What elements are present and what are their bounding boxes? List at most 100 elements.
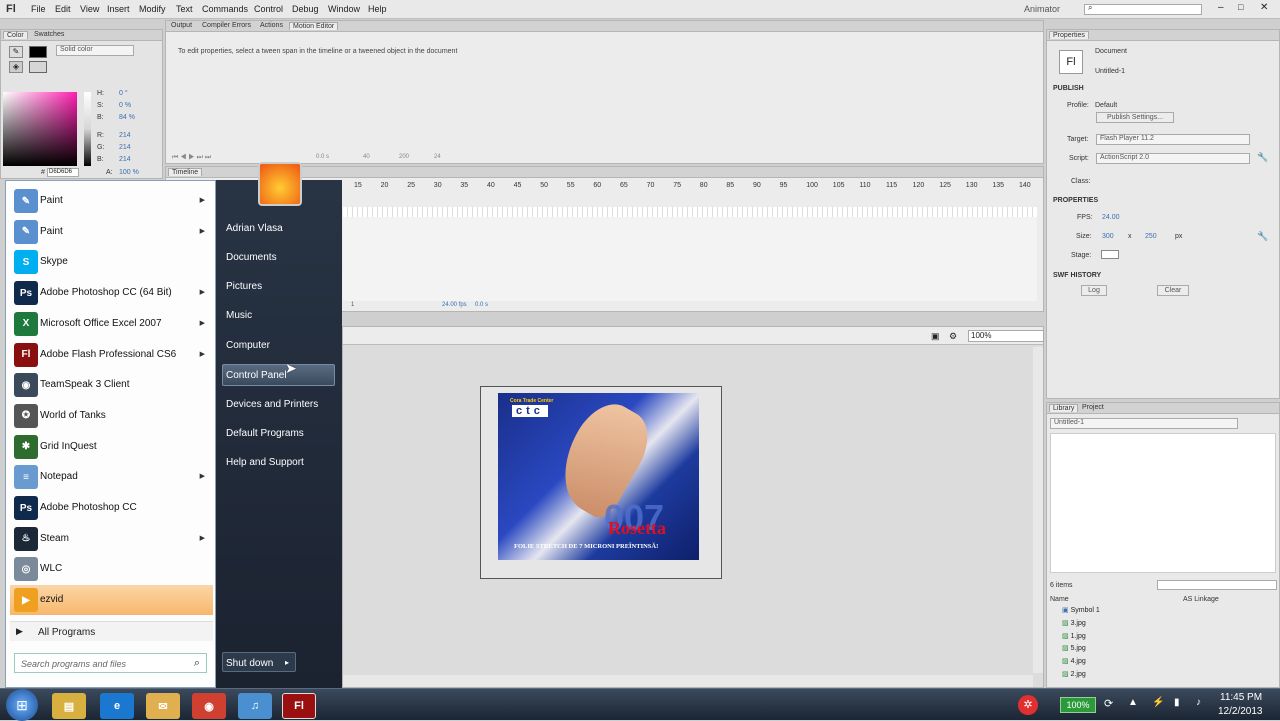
start-program-item[interactable]: ✎ Paint ▶ bbox=[10, 217, 213, 247]
color-type-dropdown[interactable]: Solid color bbox=[56, 45, 134, 56]
menu-insert[interactable]: Insert bbox=[107, 4, 130, 14]
start-place-item[interactable]: Music bbox=[226, 310, 252, 321]
motion-v3[interactable]: 24 bbox=[434, 154, 441, 160]
wrench-icon[interactable]: 🔧 bbox=[1257, 152, 1268, 163]
itunes-icon[interactable]: ♫ bbox=[238, 693, 272, 719]
start-program-item[interactable]: S Skype bbox=[10, 247, 213, 277]
start-place-item[interactable]: Control Panel bbox=[226, 370, 287, 381]
start-search-box[interactable]: Search programs and files ⌕ bbox=[14, 653, 207, 673]
zoom-dropdown[interactable]: 100% bbox=[968, 330, 1044, 342]
flash-taskbar-icon[interactable]: Fl bbox=[282, 693, 316, 719]
menu-control[interactable]: Control bbox=[254, 4, 283, 14]
library-item[interactable]: ▨ 4.jpg bbox=[1062, 657, 1086, 665]
user-avatar[interactable] bbox=[258, 162, 302, 206]
tab-output[interactable]: Output bbox=[168, 22, 195, 29]
sync-icon[interactable]: ⟳ bbox=[1104, 697, 1113, 710]
close-icon[interactable]: ✕ bbox=[1260, 2, 1268, 13]
start-program-item[interactable]: X Microsoft Office Excel 2007 ▶ bbox=[10, 309, 213, 339]
clock-date[interactable]: 12/2/2013 bbox=[1218, 706, 1263, 717]
explorer-icon[interactable]: ▤ bbox=[52, 693, 86, 719]
hex-input[interactable]: D6D6D6 bbox=[47, 168, 79, 177]
library-col-linkage[interactable]: AS Linkage bbox=[1183, 596, 1219, 603]
fill-swatch[interactable] bbox=[29, 61, 47, 73]
start-program-item[interactable]: Ps Adobe Photoshop CC (64 Bit) ▶ bbox=[10, 278, 213, 308]
submenu-arrow-icon[interactable]: ▶ bbox=[200, 350, 205, 358]
start-place-item[interactable]: Adrian Vlasa bbox=[226, 223, 283, 234]
stage-horizontal-scrollbar[interactable] bbox=[343, 675, 1033, 687]
library-item[interactable]: ▨ 2.jpg bbox=[1062, 670, 1086, 678]
tray-expand-icon[interactable]: ▲ bbox=[1128, 697, 1138, 708]
windows-start-icon[interactable]: ⊞ bbox=[6, 689, 38, 721]
clock-time[interactable]: 11:45 PM bbox=[1220, 692, 1262, 703]
menu-edit[interactable]: Edit bbox=[55, 4, 71, 14]
shutdown-button[interactable]: Shut down ▸ bbox=[222, 652, 296, 672]
chrome-icon[interactable]: ◉ bbox=[192, 693, 226, 719]
log-button[interactable]: Log bbox=[1081, 285, 1107, 296]
publish-section-header[interactable]: PUBLISH bbox=[1053, 85, 1084, 92]
target-dropdown[interactable]: Flash Player 11.2 bbox=[1096, 134, 1250, 145]
start-program-item[interactable]: ▶ ezvid bbox=[10, 585, 213, 616]
library-col-name[interactable]: Name bbox=[1050, 596, 1069, 603]
motion-v2[interactable]: 200 bbox=[399, 154, 409, 160]
size-height[interactable]: 250 bbox=[1145, 233, 1157, 240]
timeline-fps[interactable]: 24.00 fps bbox=[442, 302, 467, 308]
start-place-item[interactable]: Pictures bbox=[226, 281, 262, 292]
banner-image[interactable]: Cora Trade Center ctc 007 Rosetta FOLIE … bbox=[498, 393, 699, 560]
stroke-swatch[interactable] bbox=[29, 46, 47, 58]
color-gradient-picker[interactable] bbox=[3, 92, 77, 166]
library-item[interactable]: ▨ 3.jpg bbox=[1062, 619, 1086, 627]
s-value[interactable]: 0 % bbox=[119, 102, 131, 109]
motion-v1[interactable]: 40 bbox=[363, 154, 370, 160]
menu-window[interactable]: Window bbox=[328, 4, 360, 14]
menu-modify[interactable]: Modify bbox=[139, 4, 166, 14]
tab-actions[interactable]: Actions bbox=[257, 22, 286, 29]
h-value[interactable]: 0 ° bbox=[119, 90, 128, 97]
brightness-slider[interactable] bbox=[84, 92, 91, 166]
submenu-arrow-icon[interactable]: ▶ bbox=[200, 534, 205, 542]
submenu-arrow-icon[interactable]: ▶ bbox=[200, 196, 205, 204]
tab-project[interactable]: Project bbox=[1079, 404, 1107, 411]
submenu-arrow-icon[interactable]: ▶ bbox=[200, 288, 205, 296]
menu-help[interactable]: Help bbox=[368, 4, 387, 14]
publish-settings-button[interactable]: Publish Settings... bbox=[1096, 112, 1174, 123]
start-place-item[interactable]: Help and Support bbox=[226, 457, 304, 468]
stage-color-swatch[interactable] bbox=[1101, 250, 1119, 259]
start-program-item[interactable]: ✎ Paint ▶ bbox=[10, 186, 213, 216]
b-value[interactable]: 84 % bbox=[119, 114, 135, 121]
workspace-switcher[interactable]: Animator bbox=[1024, 4, 1060, 14]
start-program-item[interactable]: ✱ Grid InQuest bbox=[10, 432, 213, 462]
start-program-item[interactable]: ♨ Steam ▶ bbox=[10, 524, 213, 554]
start-program-item[interactable]: ✪ World of Tanks bbox=[10, 401, 213, 431]
menu-view[interactable]: View bbox=[80, 4, 99, 14]
tab-compiler-errors[interactable]: Compiler Errors bbox=[199, 22, 254, 29]
start-place-item[interactable]: Devices and Printers bbox=[226, 399, 318, 410]
maximize-icon[interactable]: □ bbox=[1238, 2, 1243, 12]
playback-controls-icon[interactable]: ⏮ ◀ ▶ ⏭ ⏭ bbox=[172, 154, 211, 162]
library-document-dropdown[interactable]: Untitled-1 bbox=[1050, 418, 1238, 429]
blue-value[interactable]: 214 bbox=[119, 156, 131, 163]
fps-value[interactable]: 24.00 bbox=[1102, 214, 1120, 221]
tray-app-icon[interactable]: ✲ bbox=[1018, 695, 1038, 715]
size-width[interactable]: 300 bbox=[1102, 233, 1114, 240]
tab-timeline[interactable]: Timeline bbox=[168, 168, 203, 176]
library-search-input[interactable] bbox=[1157, 580, 1277, 590]
start-program-item[interactable]: ≡ Notepad ▶ bbox=[10, 462, 213, 492]
menu-commands[interactable]: Commands bbox=[202, 4, 248, 14]
library-item[interactable]: ▨ 1.jpg bbox=[1062, 632, 1086, 640]
tab-motion-editor[interactable]: Motion Editor bbox=[289, 22, 339, 30]
menu-text[interactable]: Text bbox=[176, 4, 193, 14]
r-value[interactable]: 214 bbox=[119, 132, 131, 139]
search-icon[interactable]: ⌕ bbox=[194, 657, 200, 670]
tab-color[interactable]: Color bbox=[3, 31, 28, 39]
submenu-arrow-icon[interactable]: ▶ bbox=[200, 319, 205, 327]
swf-history-header[interactable]: SWF HISTORY bbox=[1053, 272, 1101, 279]
power-icon[interactable]: ⚡ bbox=[1152, 697, 1164, 708]
alpha-value[interactable]: 100 % bbox=[119, 169, 139, 176]
tab-swatches[interactable]: Swatches bbox=[31, 31, 67, 38]
g-value[interactable]: 214 bbox=[119, 144, 131, 151]
timeline-layers-area[interactable] bbox=[343, 217, 1037, 301]
start-place-item[interactable]: Default Programs bbox=[226, 428, 304, 439]
start-program-item[interactable]: Ps Adobe Photoshop CC bbox=[10, 493, 213, 523]
mail-icon[interactable]: ✉ bbox=[146, 693, 180, 719]
fill-color-icon[interactable]: ◈ bbox=[9, 61, 23, 73]
